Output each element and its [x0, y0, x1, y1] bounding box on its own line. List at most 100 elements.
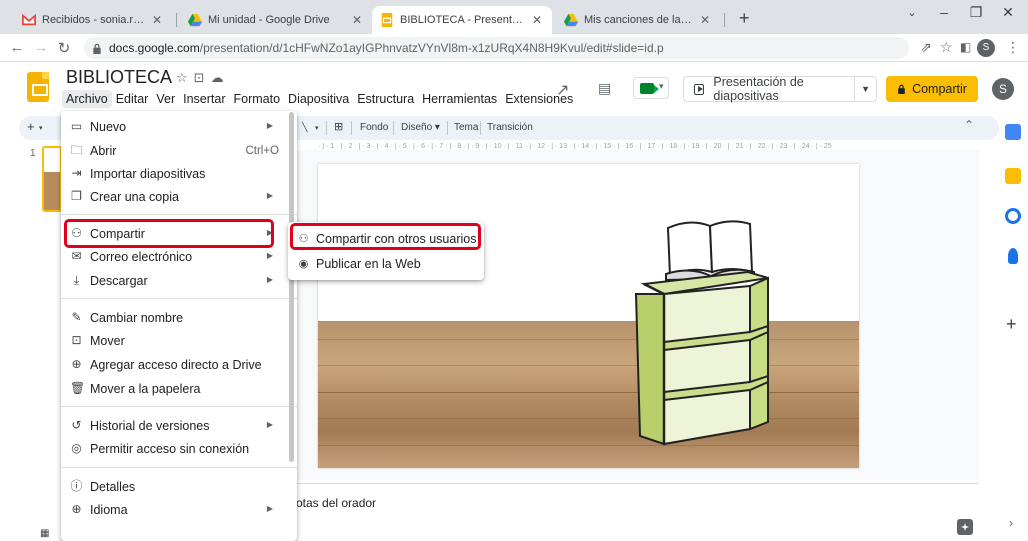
side-panel-icon[interactable]: ◧: [960, 40, 971, 54]
browser-profile-avatar[interactable]: S: [977, 39, 995, 57]
notes-divider[interactable]: [296, 483, 979, 484]
move-folder-icon[interactable]: ⊡: [194, 70, 211, 85]
file-menu-scrollbar[interactable]: [289, 112, 294, 462]
keep-icon[interactable]: [1005, 168, 1021, 184]
menu-item-detalles[interactable]: ⓘ Detalles: [61, 475, 287, 499]
expand-panel-chevron-icon[interactable]: ›: [1009, 516, 1013, 530]
add-addon-plus-icon[interactable]: +: [1006, 314, 1017, 335]
menu-item-importar[interactable]: ⇥ Importar diapositivas: [61, 162, 287, 186]
menu-editar[interactable]: Editar: [112, 90, 153, 108]
layout-button[interactable]: Diseño ▾: [401, 122, 440, 133]
restore-icon[interactable]: ❐: [966, 4, 986, 21]
share-button[interactable]: Compartir: [886, 76, 978, 102]
browser-tab-pdf[interactable]: Mis canciones de la granja.pdf - ✕: [556, 6, 720, 34]
drive-icon: [188, 13, 202, 27]
tab-close-icon[interactable]: ✕: [530, 13, 544, 27]
document-title[interactable]: BIBLIOTECA: [66, 67, 172, 88]
transition-button[interactable]: Transición: [487, 122, 533, 133]
menu-formato[interactable]: Formato: [230, 90, 285, 108]
address-bar[interactable]: docs.google.com/presentation/d/1cHFwNZo1…: [84, 37, 909, 59]
tab-close-icon[interactable]: ✕: [150, 13, 164, 27]
menu-item-label: Permitir acceso sin conexión: [90, 442, 250, 456]
new-slide-dropdown-icon[interactable]: ▾: [39, 124, 43, 132]
window-close-icon[interactable]: ✕: [998, 4, 1018, 21]
collapse-toolbar-chevron-up-icon[interactable]: ⌃: [964, 118, 974, 132]
reload-icon[interactable]: ↻: [55, 39, 73, 57]
share-page-icon[interactable]: ⇗: [920, 39, 932, 56]
menu-estructura[interactable]: Estructura: [353, 90, 418, 108]
chevron-down-icon: ▾: [659, 81, 664, 91]
present-dropdown-icon[interactable]: ▼: [855, 84, 876, 94]
slides-logo-icon[interactable]: [27, 72, 49, 102]
menu-ver[interactable]: Ver: [152, 90, 179, 108]
menu-divider: [61, 467, 297, 468]
menu-item-idioma[interactable]: ⊕ Idioma ▶: [61, 498, 287, 522]
meet-button[interactable]: ▾: [633, 77, 669, 99]
menu-item-cambiar-nombre[interactable]: ✎ Cambiar nombre: [61, 306, 287, 330]
menu-item-sin-conexion[interactable]: ◎ Permitir acceso sin conexión: [61, 437, 287, 461]
activity-trend-icon[interactable]: ↗: [556, 80, 569, 100]
slide-canvas[interactable]: [318, 164, 859, 468]
submenu-item-compartir-usuarios[interactable]: ⚇ Compartir con otros usuarios: [288, 227, 484, 251]
menu-herramientas[interactable]: Herramientas: [418, 90, 501, 108]
back-arrow-icon[interactable]: ←: [8, 39, 26, 56]
star-icon[interactable]: ☆: [176, 70, 194, 85]
tab-title: Recibidos - sonia.raymundo.ar©: [42, 14, 146, 26]
user-avatar[interactable]: S: [992, 78, 1014, 100]
submenu-arrow-icon: ▶: [266, 275, 273, 284]
tab-close-icon[interactable]: ✕: [350, 13, 364, 27]
cloud-status-icon[interactable]: ☁: [211, 70, 230, 85]
menu-item-label: Importar diapositivas: [90, 167, 206, 181]
line-dropdown-icon[interactable]: ▾: [315, 124, 319, 132]
menu-item-nuevo[interactable]: ▭ Nuevo ▶: [61, 115, 287, 139]
menu-item-compartir[interactable]: ⚇ Compartir ▶: [61, 222, 287, 246]
lock-icon: [898, 84, 905, 94]
browser-tab-drive[interactable]: Mi unidad - Google Drive ✕: [180, 6, 372, 34]
tab-close-icon[interactable]: ✕: [698, 13, 712, 27]
new-slide-plus-icon[interactable]: +: [27, 119, 35, 134]
url-host: docs.google.com: [109, 41, 200, 55]
new-tab-plus-icon[interactable]: +: [739, 8, 750, 29]
shortcut-label: Ctrl+O: [245, 145, 279, 157]
calendar-icon[interactable]: [1005, 124, 1021, 140]
forward-arrow-icon[interactable]: →: [32, 39, 50, 56]
present-label: Presentación de diapositivas: [713, 75, 804, 103]
slide-thumbnail[interactable]: [42, 146, 62, 212]
menu-insertar[interactable]: Insertar: [179, 90, 229, 108]
browser-tab-gmail[interactable]: Recibidos - sonia.raymundo.ar© ✕: [14, 6, 172, 34]
submenu-item-publicar-web[interactable]: ◉ Publicar en la Web: [288, 252, 484, 276]
url-path: /presentation/d/1cHFwNZo1ayIGPhnvatzVYnV…: [199, 41, 664, 55]
tab-search-chevron-icon[interactable]: ⌄: [902, 6, 922, 19]
comments-icon[interactable]: ▤: [598, 80, 611, 97]
menu-item-descargar[interactable]: ⤓ Descargar ▶: [61, 269, 287, 293]
menu-diapositiva[interactable]: Diapositiva: [284, 90, 353, 108]
comment-add-icon[interactable]: ⊞: [334, 120, 343, 133]
menu-item-correo[interactable]: ✉ Correo electrónico ▶: [61, 245, 287, 269]
explore-icon[interactable]: [957, 519, 973, 535]
menu-item-historial[interactable]: ↺ Historial de versiones ▶: [61, 414, 287, 438]
theme-button[interactable]: Tema: [454, 122, 478, 133]
menu-item-abrir[interactable]: 🗀 Abrir Ctrl+O: [61, 139, 287, 163]
minimize-icon[interactable]: –: [934, 4, 954, 20]
menu-item-label: Compartir: [90, 227, 145, 241]
menu-item-label: Correo electrónico: [90, 250, 193, 264]
menu-item-acceso-directo[interactable]: ⊕ Agregar acceso directo a Drive: [61, 353, 287, 377]
globe-icon: ⊕: [71, 502, 82, 516]
speaker-notes[interactable]: otas del orador: [296, 496, 376, 510]
tasks-icon[interactable]: [1005, 208, 1021, 224]
line-tool-icon[interactable]: ╲: [302, 122, 307, 133]
present-button[interactable]: Presentación de diapositivas ▼: [683, 75, 877, 103]
menu-archivo[interactable]: Archivo: [62, 90, 112, 108]
browser-menu-icon[interactable]: ⋮: [1006, 39, 1020, 56]
file-menu: ▭ Nuevo ▶ 🗀 Abrir Ctrl+O ⇥ Importar diap…: [61, 111, 297, 541]
menu-item-crear-copia[interactable]: ❐ Crear una copia ▶: [61, 185, 287, 209]
contacts-icon[interactable]: [1008, 248, 1018, 264]
menu-item-mover[interactable]: ⊡ Mover: [61, 329, 287, 353]
bookmark-star-icon[interactable]: ☆: [940, 39, 953, 56]
browser-tab-strip: Recibidos - sonia.raymundo.ar© ✕ Mi unid…: [0, 0, 1028, 34]
slide-filmstrip: 1: [0, 140, 62, 541]
menu-item-papelera[interactable]: 🗑 Mover a la papelera: [61, 377, 287, 401]
background-button[interactable]: Fondo: [360, 122, 388, 133]
browser-tab-slides[interactable]: BIBLIOTECA - Presentaciones de ✕: [372, 6, 552, 34]
grid-view-icon[interactable]: ▦: [40, 528, 49, 539]
